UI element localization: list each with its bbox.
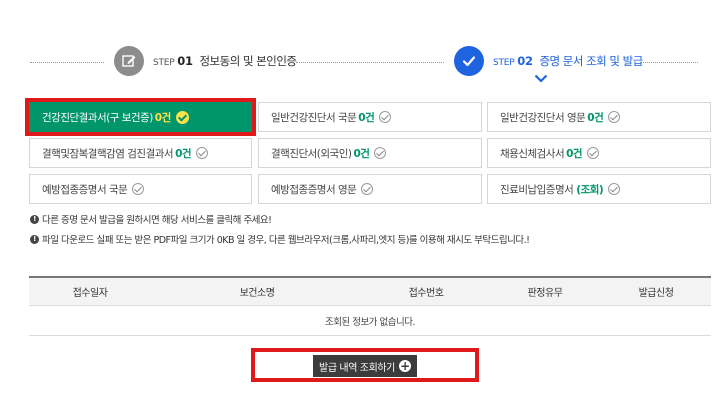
doc-label: 일반건강진단서 영문 [500,111,586,124]
doc-count: 0건 [154,111,171,124]
notice-2: ! 파일 다운로드 실패 또는 받은 PDF파일 크기가 0KB 일 경우, 다… [30,232,530,246]
doc-label: 예방접종증명서 국문 [42,183,128,196]
doc-label: 예방접종증명서 영문 [271,183,357,196]
check-circle-icon [608,183,621,195]
col-center: 보건소명 [239,288,275,299]
chevron-down-icon [534,74,548,83]
doc-label: 건강진단결과서(구 보건증) [42,111,153,124]
check-icon [454,46,484,76]
step-divider [640,62,698,63]
step-2: STEP 02 증명 문서 조회 및 발급 [454,46,643,76]
doc-employment-exam[interactable]: 채용신체검사서 0건 [487,138,711,168]
col-judgment: 판정유무 [527,288,563,299]
doc-tuberculosis-foreigner[interactable]: 결핵진단서(외국인) 0건 [258,138,482,168]
step-divider [296,62,444,63]
check-circle-icon [587,147,600,159]
doc-count: 0건 [353,147,370,160]
check-circle-icon [132,183,145,195]
doc-general-health-kr[interactable]: 일반건강진단서 국문 0건 [258,102,482,132]
check-circle-icon [379,111,392,123]
notice-1: ! 다른 증명 문서 발급을 원하시면 해당 서비스를 클릭해 주세요! [30,212,272,226]
info-icon: ! [30,234,39,244]
col-issue: 발급신청 [638,288,674,299]
doc-count: (조회) [576,183,604,196]
doc-general-health-en[interactable]: 일반건강진단서 영문 0건 [487,102,711,132]
notice-text: 다른 증명 문서 발급을 원하시면 해당 서비스를 클릭해 주세요! [42,215,272,226]
step-1: STEP 01 정보동의 및 본인인증 [114,46,297,76]
empty-message: 조회된 정보가 없습니다. [325,316,415,328]
doc-vaccination-en[interactable]: 예방접종증명서 영문 [258,174,482,204]
doc-label: 일반건강진단서 국문 [271,111,357,124]
step-1-label: 정보동의 및 본인인증 [199,54,297,68]
doc-count: 0건 [358,111,375,124]
check-circle-icon [196,147,209,159]
doc-medical-payment[interactable]: 진료비납입증명서 (조회) [487,174,711,204]
doc-count: 0건 [566,147,583,160]
doc-label: 결핵진단서(외국인) [271,147,352,160]
doc-tuberculosis-result[interactable]: 결핵및잠복결핵감염 검진결과서 0건 [29,138,252,168]
doc-health-certificate[interactable]: 건강진단결과서(구 보건증) 0건 [29,102,252,132]
search-history-button[interactable]: 발급 내역 조회하기 + [313,355,417,377]
step-indicator: STEP 01 정보동의 및 본인인증 STEP 02 증명 문서 조회 및 발… [0,40,724,84]
issue-table: 접수일자 보건소명 접수번호 판정유무 발급신청 조회된 정보가 없습니다. [29,276,711,336]
doc-label: 채용신체검사서 [500,147,565,160]
doc-label: 결핵및잠복결핵감염 검진결과서 [42,147,174,160]
check-circle-icon [374,147,387,159]
check-circle-icon [361,183,374,195]
table-empty-row: 조회된 정보가 없습니다. [29,306,711,336]
step-divider [30,62,104,63]
step-2-label: 증명 문서 조회 및 발급 [539,54,643,68]
info-icon: ! [30,214,39,224]
doc-count: 0건 [587,111,604,124]
plus-circle-icon: + [398,359,411,373]
table-header: 접수일자 보건소명 접수번호 판정유무 발급신청 [29,276,711,306]
col-date: 접수일자 [72,288,108,299]
doc-count: 0건 [175,147,192,160]
doc-vaccination-kr[interactable]: 예방접종증명서 국문 [29,174,252,204]
col-receipt-no: 접수번호 [408,288,444,299]
step-1-number: 01 [177,54,193,68]
step-2-number: 02 [517,54,533,68]
button-label: 발급 내역 조회하기 [319,362,395,374]
step-1-prefix: STEP [153,58,175,68]
check-circle-icon [608,111,621,123]
step-2-prefix: STEP [493,58,515,68]
edit-icon [114,46,144,76]
check-circle-icon [175,110,189,124]
doc-label: 진료비납입증명서 [500,183,574,196]
notice-text: 파일 다운로드 실패 또는 받은 PDF파일 크기가 0KB 일 경우, 다른 … [42,235,530,246]
